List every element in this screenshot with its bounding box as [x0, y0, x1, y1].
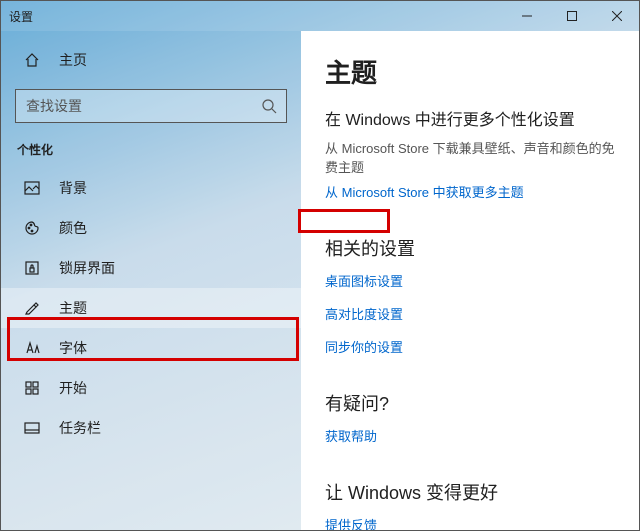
sidebar-item-label: 任务栏: [59, 418, 101, 438]
category-label: 个性化: [1, 137, 301, 168]
sidebar-item-label: 开始: [59, 378, 87, 398]
minimize-button[interactable]: [504, 1, 549, 31]
settings-window: 设置 主页: [0, 0, 640, 531]
feedback-link[interactable]: 提供反馈: [325, 515, 615, 530]
home-label: 主页: [59, 50, 87, 70]
sidebar-item-themes[interactable]: 主题: [1, 288, 301, 328]
desktop-icons-link[interactable]: 桌面图标设置: [325, 271, 615, 290]
sync-settings-link[interactable]: 同步你的设置: [325, 337, 615, 356]
titlebar: 设置: [1, 1, 639, 31]
colors-icon: [23, 220, 41, 236]
lockscreen-icon: [23, 260, 41, 276]
feedback-heading: 让 Windows 变得更好: [325, 479, 615, 505]
get-help-link[interactable]: 获取帮助: [325, 426, 615, 445]
search-box[interactable]: [15, 89, 287, 123]
related-settings-heading: 相关的设置: [325, 235, 615, 261]
fonts-icon: [23, 340, 41, 356]
sidebar-item-fonts[interactable]: 字体: [1, 328, 301, 368]
sidebar-item-label: 锁屏界面: [59, 258, 115, 278]
sidebar-item-lockscreen[interactable]: 锁屏界面: [1, 248, 301, 288]
taskbar-icon: [23, 420, 41, 436]
page-title: 主题: [325, 53, 615, 90]
sidebar-item-label: 颜色: [59, 218, 87, 238]
background-icon: [23, 180, 41, 196]
related-links: 桌面图标设置 高对比度设置 同步你的设置: [325, 271, 615, 356]
themes-icon: [23, 300, 41, 316]
content-pane: 主题 在 Windows 中进行更多个性化设置 从 Microsoft Stor…: [301, 31, 639, 530]
help-heading: 有疑问?: [325, 390, 615, 416]
more-personalize-heading: 在 Windows 中进行更多个性化设置: [325, 106, 615, 130]
more-personalize-desc: 从 Microsoft Store 下载兼具壁纸、声音和颜色的免费主题: [325, 138, 615, 176]
home-icon: [23, 52, 41, 68]
start-icon: [23, 380, 41, 396]
sidebar: 主页 个性化 背景: [1, 31, 301, 530]
store-themes-link[interactable]: 从 Microsoft Store 中获取更多主题: [325, 182, 615, 201]
window-controls: [504, 1, 639, 31]
home-nav[interactable]: 主页: [1, 41, 301, 79]
sidebar-item-label: 字体: [59, 338, 87, 358]
sidebar-item-taskbar[interactable]: 任务栏: [1, 408, 301, 448]
sidebar-item-colors[interactable]: 颜色: [1, 208, 301, 248]
close-button[interactable]: [594, 1, 639, 31]
sidebar-item-label: 背景: [59, 178, 87, 198]
body: 主页 个性化 背景: [1, 31, 639, 530]
high-contrast-link[interactable]: 高对比度设置: [325, 304, 615, 323]
sidebar-item-start[interactable]: 开始: [1, 368, 301, 408]
sidebar-item-label: 主题: [59, 298, 87, 318]
sidebar-item-background[interactable]: 背景: [1, 168, 301, 208]
search-icon: [252, 98, 286, 114]
maximize-button[interactable]: [549, 1, 594, 31]
search-input[interactable]: [16, 90, 252, 122]
window-title: 设置: [9, 8, 33, 25]
